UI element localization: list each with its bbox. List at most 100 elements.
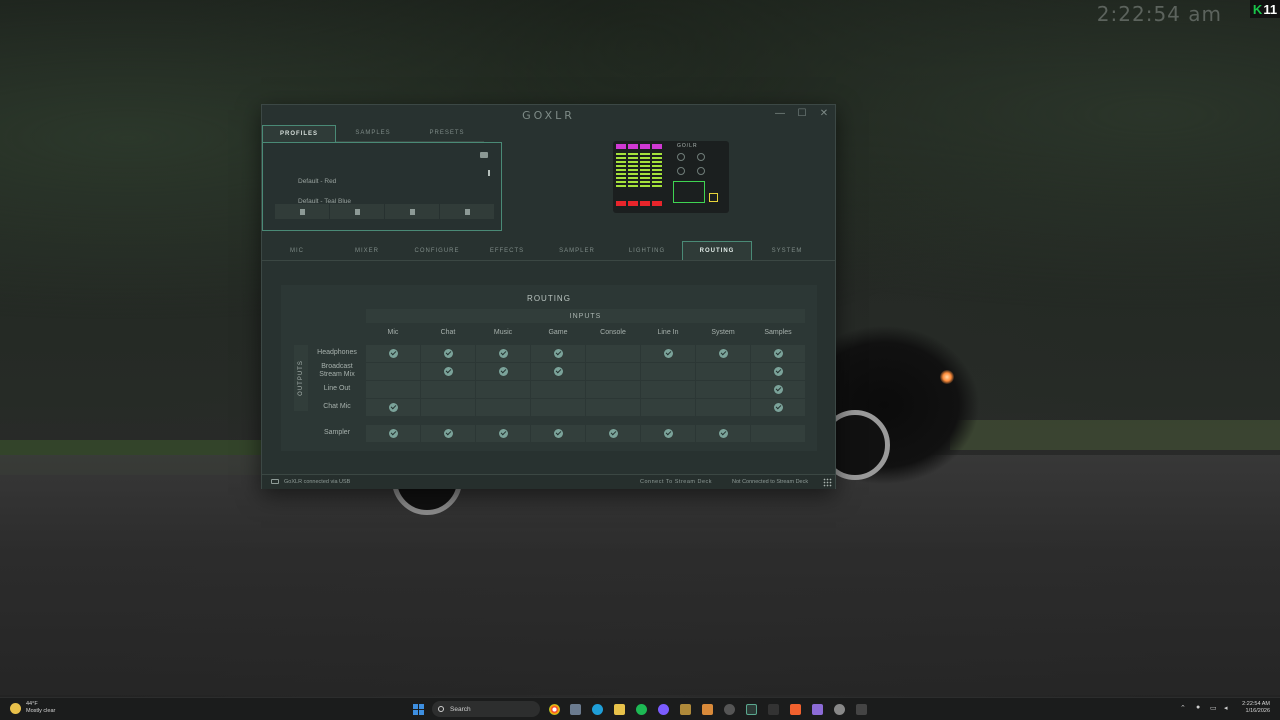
brave-icon[interactable]: [790, 704, 801, 715]
taskbar-search[interactable]: Search: [432, 701, 540, 717]
check-icon: [553, 429, 563, 438]
settings-gear-icon[interactable]: [834, 704, 845, 715]
windows-start-icon[interactable]: [413, 704, 424, 715]
file-explorer-icon[interactable]: [614, 704, 625, 715]
routing-cell[interactable]: [366, 381, 420, 398]
chevron-up-icon[interactable]: ⌃: [1180, 704, 1186, 712]
app-icon[interactable]: [856, 704, 867, 715]
network-icon[interactable]: ▭: [1210, 704, 1217, 712]
routing-cell[interactable]: [751, 425, 805, 442]
app-icon[interactable]: [724, 704, 735, 715]
routing-cell[interactable]: [586, 399, 640, 416]
routing-cell[interactable]: [696, 425, 750, 442]
title-bar[interactable]: GOXLR — ☐ ✕: [262, 105, 835, 125]
goxlr-taskbar-icon[interactable]: [746, 704, 757, 715]
routing-cell[interactable]: [641, 381, 695, 398]
tab-presets[interactable]: PRESETS: [410, 125, 484, 142]
routing-cell[interactable]: [641, 345, 695, 362]
tab-mic[interactable]: MIC: [262, 241, 332, 260]
routing-cell[interactable]: [476, 345, 530, 362]
tab-sampler[interactable]: SAMPLER: [542, 241, 612, 260]
close-button[interactable]: ✕: [817, 108, 831, 119]
routing-cell[interactable]: [751, 399, 805, 416]
routing-cell[interactable]: [476, 381, 530, 398]
routing-cell[interactable]: [586, 363, 640, 380]
routing-cell[interactable]: [531, 399, 585, 416]
app-icon[interactable]: [680, 704, 691, 715]
chrome-icon[interactable]: [549, 704, 560, 715]
outputs-header-label: OUTPUTS: [298, 360, 305, 396]
new-profile-button[interactable]: [330, 204, 384, 219]
edge-icon[interactable]: [592, 704, 603, 715]
tab-lighting[interactable]: LIGHTING: [612, 241, 682, 260]
scrollbar[interactable]: [488, 170, 490, 176]
tab-effects[interactable]: EFFECTS: [472, 241, 542, 260]
system-clock[interactable]: 2:22:54 AM 1/16/2026: [1242, 701, 1270, 715]
minimize-button[interactable]: —: [773, 108, 787, 119]
routing-title: ROUTING: [527, 294, 571, 303]
spotify-icon[interactable]: [636, 704, 647, 715]
maximize-button[interactable]: ☐: [795, 108, 809, 119]
task-view-icon[interactable]: [570, 704, 581, 715]
tab-routing[interactable]: ROUTING: [682, 241, 752, 260]
terminal-icon[interactable]: [768, 704, 779, 715]
routing-cell[interactable]: [421, 399, 475, 416]
mic-icon[interactable]: ●: [1196, 704, 1200, 711]
device-fader: [628, 153, 638, 187]
routing-cell[interactable]: [531, 425, 585, 442]
routing-cell[interactable]: [751, 381, 805, 398]
tab-configure[interactable]: CONFIGURE: [402, 241, 472, 260]
discord-icon[interactable]: [658, 704, 669, 715]
profile-item[interactable]: Default - Red: [298, 178, 336, 185]
routing-cell[interactable]: [696, 345, 750, 362]
routing-cell[interactable]: [421, 345, 475, 362]
routing-cell[interactable]: [421, 363, 475, 380]
routing-cell[interactable]: [751, 345, 805, 362]
routing-cell[interactable]: [586, 381, 640, 398]
routing-cell[interactable]: [366, 363, 420, 380]
kick-badge: K 11: [1250, 0, 1280, 18]
routing-cell[interactable]: [641, 363, 695, 380]
row-label: Sampler: [323, 429, 351, 436]
routing-cell[interactable]: [476, 399, 530, 416]
check-icon: [443, 429, 453, 438]
routing-cell[interactable]: [366, 399, 420, 416]
routing-cell[interactable]: [641, 399, 695, 416]
system-time: 2:22:54 AM: [1242, 701, 1270, 707]
routing-cell[interactable]: [421, 381, 475, 398]
volume-icon[interactable]: ◂: [1224, 704, 1228, 712]
routing-cell[interactable]: [531, 381, 585, 398]
folder-icon[interactable]: [480, 152, 488, 158]
app-icon[interactable]: [812, 704, 823, 715]
connect-stream-deck-button[interactable]: Connect To Stream Deck: [640, 479, 712, 485]
routing-cell[interactable]: [366, 345, 420, 362]
tab-profiles[interactable]: PROFILES: [262, 125, 336, 142]
routing-cell[interactable]: [531, 345, 585, 362]
routing-cell[interactable]: [696, 363, 750, 380]
routing-cell[interactable]: [531, 363, 585, 380]
device-mute-button: [616, 201, 626, 206]
save-profile-button[interactable]: [275, 204, 329, 219]
routing-cell[interactable]: [751, 363, 805, 380]
routing-cell[interactable]: [476, 363, 530, 380]
check-icon: [663, 349, 673, 358]
device-fader: [640, 153, 650, 187]
routing-cell[interactable]: [421, 425, 475, 442]
routing-cell[interactable]: [586, 425, 640, 442]
grid-icon[interactable]: [823, 478, 832, 487]
routing-cell[interactable]: [366, 425, 420, 442]
check-icon: [773, 385, 783, 394]
routing-cell[interactable]: [696, 399, 750, 416]
app-icon[interactable]: [702, 704, 713, 715]
delete-profile-button[interactable]: [440, 204, 494, 219]
routing-cell[interactable]: [476, 425, 530, 442]
tab-samples[interactable]: SAMPLES: [336, 125, 410, 142]
weather-widget[interactable]: 44°F Mostly clear: [26, 701, 55, 715]
routing-cell[interactable]: [696, 381, 750, 398]
copy-profile-button[interactable]: [385, 204, 439, 219]
tab-system[interactable]: SYSTEM: [752, 241, 822, 260]
tab-mixer[interactable]: MIXER: [332, 241, 402, 260]
routing-cell[interactable]: [641, 425, 695, 442]
routing-cell[interactable]: [586, 345, 640, 362]
weather-moon-icon[interactable]: [10, 703, 21, 714]
